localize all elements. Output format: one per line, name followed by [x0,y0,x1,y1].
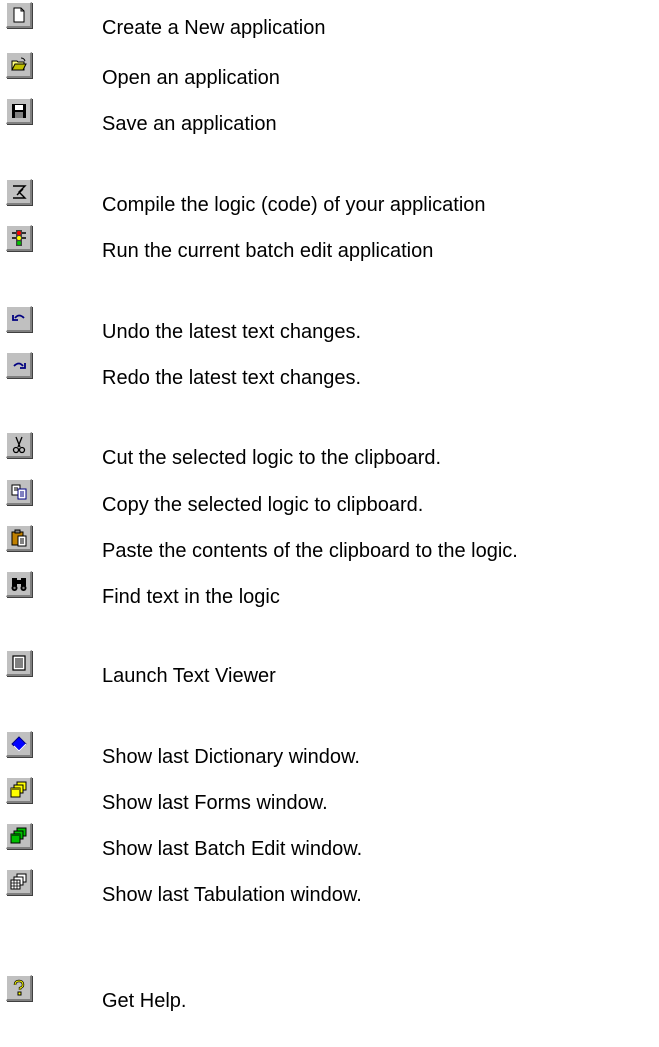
compile-icon [13,185,27,199]
help-label: Get Help. [102,990,187,1012]
forms-button[interactable] [6,777,32,803]
row-paste: Paste the contents of the clipboard to t… [0,525,659,562]
text-viewer-label: Launch Text Viewer [102,665,276,687]
row-compile: Compile the logic (code) of your applica… [0,179,659,216]
row-undo: Undo the latest text changes. [0,306,659,343]
cut-label: Cut the selected logic to the clipboard. [102,447,442,469]
help-button[interactable] [6,975,32,1001]
new-document-icon [13,7,25,23]
redo-button[interactable] [6,352,32,378]
batch-edit-window-icon [10,827,27,844]
copy-button[interactable] [6,479,32,505]
text-viewer-icon [12,655,26,671]
compile-button[interactable] [6,179,32,205]
row-batch-edit: Show last Batch Edit window. [0,823,659,860]
paste-label: Paste the contents of the clipboard to t… [102,540,518,562]
save-label: Save an application [102,113,277,135]
undo-button[interactable] [6,306,32,332]
row-copy: Copy the selected logic to clipboard. [0,479,659,516]
new-button[interactable] [6,2,32,28]
paste-button[interactable] [6,525,32,551]
cut-button[interactable] [6,432,32,458]
new-label: Create a New application [102,17,326,39]
forms-label: Show last Forms window. [102,792,328,814]
row-cut: Cut the selected logic to the clipboard. [0,432,659,469]
find-label: Find text in the logic [102,586,280,608]
save-button[interactable] [6,98,32,124]
row-find: Find text in the logic [0,571,659,608]
forms-window-icon [10,781,27,798]
dictionary-book-icon [11,736,27,752]
copy-label: Copy the selected logic to clipboard. [102,494,424,516]
dictionary-label: Show last Dictionary window. [102,746,360,768]
batch-edit-label: Show last Batch Edit window. [102,838,363,860]
find-button[interactable] [6,571,32,597]
row-text-viewer: Launch Text Viewer [0,650,659,687]
redo-icon [13,362,26,369]
tabulation-label: Show last Tabulation window. [102,884,362,906]
row-redo: Redo the latest text changes. [0,352,659,389]
row-help: Get Help. [0,975,659,1012]
dictionary-button[interactable] [6,731,32,757]
open-button[interactable] [6,52,32,78]
undo-icon [12,314,25,321]
row-dictionary: Show last Dictionary window. [0,731,659,768]
help-question-icon [13,979,25,996]
open-label: Open an application [102,67,280,89]
text-viewer-button[interactable] [6,650,32,676]
tabulation-button[interactable] [6,869,32,895]
paste-clipboard-icon [11,529,27,547]
compile-label: Compile the logic (code) of your applica… [102,194,486,216]
run-button[interactable] [6,225,32,251]
row-forms: Show last Forms window. [0,777,659,814]
tabulation-window-icon [10,873,27,890]
row-open: Open an application [0,52,659,89]
run-label: Run the current batch edit application [102,240,434,262]
row-new: Create a New application [0,2,659,39]
run-traffic-light-icon [12,230,26,246]
row-run: Run the current batch edit application [0,225,659,262]
batch-edit-button[interactable] [6,823,32,849]
row-save: Save an application [0,98,659,135]
copy-icon [11,484,27,500]
cut-scissors-icon [12,436,26,454]
row-tabulation: Show last Tabulation window. [0,869,659,906]
save-disk-icon [12,104,26,118]
undo-label: Undo the latest text changes. [102,321,362,343]
redo-label: Redo the latest text changes. [102,367,362,389]
find-binoculars-icon [11,578,27,591]
open-folder-icon [11,57,27,71]
